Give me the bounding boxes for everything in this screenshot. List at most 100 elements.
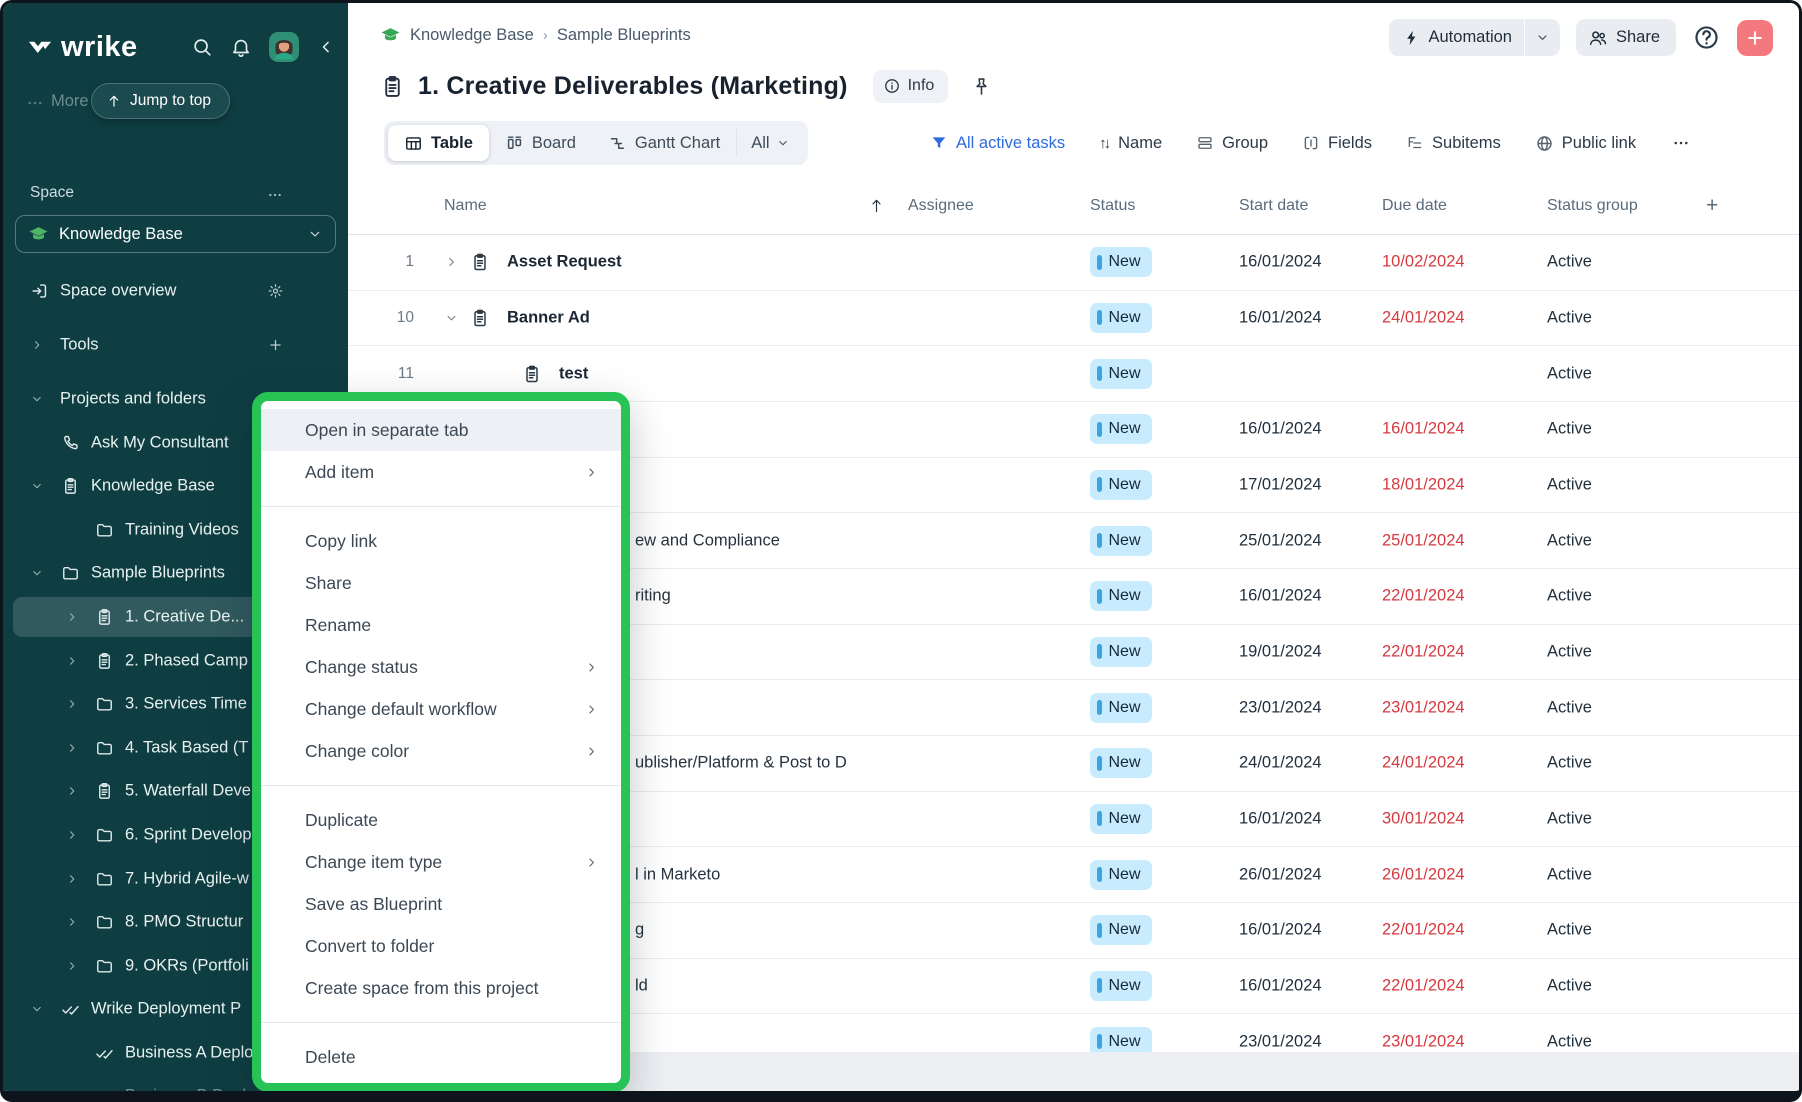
chevron-down-icon[interactable] xyxy=(30,566,44,580)
status-badge[interactable]: New xyxy=(1090,971,1152,1001)
chevron-down-icon[interactable] xyxy=(30,1002,44,1016)
status-badge[interactable]: New xyxy=(1090,526,1152,556)
status-badge[interactable]: New xyxy=(1090,860,1152,890)
status-badge[interactable]: New xyxy=(1090,247,1152,277)
status-badge[interactable]: New xyxy=(1090,637,1152,667)
menu-item-convert-to-folder[interactable]: Convert to folder xyxy=(261,925,621,967)
plus-icon[interactable] xyxy=(267,337,284,354)
status-badge[interactable]: New xyxy=(1090,748,1152,778)
task-name-fragment[interactable]: ublisher/Platform & Post to D xyxy=(635,754,847,773)
subitems-button[interactable]: Subitems xyxy=(1406,134,1501,153)
chevron-right-icon[interactable] xyxy=(65,697,79,711)
start-date[interactable]: 16/01/2024 xyxy=(1239,420,1322,439)
help-icon[interactable] xyxy=(1692,23,1721,52)
jump-to-top-button[interactable]: Jump to top xyxy=(91,83,230,119)
notifications-bell-icon[interactable] xyxy=(230,36,252,58)
due-date[interactable]: 22/01/2024 xyxy=(1382,587,1465,606)
search-icon[interactable] xyxy=(191,36,213,58)
tab-table[interactable]: Table xyxy=(388,125,489,161)
start-date[interactable]: 24/01/2024 xyxy=(1239,754,1322,773)
start-date[interactable]: 16/01/2024 xyxy=(1239,253,1322,272)
menu-item-copy-link[interactable]: Copy link xyxy=(261,520,621,562)
chevron-right-icon[interactable] xyxy=(30,338,44,352)
task-name-fragment[interactable]: riting xyxy=(635,587,671,606)
status-badge[interactable]: New xyxy=(1090,414,1152,444)
menu-item-create-space-from-this-project[interactable]: Create space from this project xyxy=(261,967,621,1009)
chevron-right-icon[interactable] xyxy=(65,872,79,886)
task-name-fragment[interactable]: ew and Compliance xyxy=(635,531,780,550)
status-badge[interactable]: New xyxy=(1090,581,1152,611)
start-date[interactable]: 16/01/2024 xyxy=(1239,976,1322,995)
filter-button[interactable]: All active tasks xyxy=(930,134,1065,153)
menu-item-change-item-type[interactable]: Change item type xyxy=(261,841,621,883)
due-date[interactable]: 22/01/2024 xyxy=(1382,921,1465,940)
tab-board[interactable]: Board xyxy=(489,125,592,161)
start-date[interactable]: 16/01/2024 xyxy=(1239,308,1322,327)
status-badge[interactable]: New xyxy=(1090,693,1152,723)
column-header-due-date[interactable]: Due date xyxy=(1382,197,1447,215)
menu-item-share[interactable]: Share xyxy=(261,562,621,604)
column-header-start-date[interactable]: Start date xyxy=(1239,197,1308,215)
due-date[interactable]: 22/01/2024 xyxy=(1382,642,1465,661)
collapse-sidebar-icon[interactable] xyxy=(316,37,336,57)
share-button[interactable]: Share xyxy=(1576,19,1676,56)
task-name-fragment[interactable]: ld xyxy=(635,976,648,995)
tab-all-dropdown[interactable]: All xyxy=(736,129,803,157)
status-badge[interactable]: New xyxy=(1090,303,1152,333)
due-date[interactable]: 30/01/2024 xyxy=(1382,809,1465,828)
status-badge[interactable]: New xyxy=(1090,1027,1152,1055)
task-name-fragment[interactable]: l in Marketo xyxy=(635,865,720,884)
column-header-status[interactable]: Status xyxy=(1090,197,1135,215)
task-name[interactable]: test xyxy=(559,364,588,383)
start-date[interactable]: 16/01/2024 xyxy=(1239,921,1322,940)
due-date[interactable]: 18/01/2024 xyxy=(1382,475,1465,494)
chevron-right-icon[interactable] xyxy=(65,654,79,668)
sidebar-item-tools[interactable]: Tools xyxy=(3,324,348,368)
start-date[interactable]: 19/01/2024 xyxy=(1239,642,1322,661)
breadcrumb-sample-blueprints[interactable]: Sample Blueprints xyxy=(557,26,691,45)
due-date[interactable]: 25/01/2024 xyxy=(1382,531,1465,550)
more-dots-icon[interactable] xyxy=(25,94,45,112)
sort-ascending-icon[interactable] xyxy=(868,197,885,214)
gear-icon[interactable] xyxy=(267,282,284,299)
menu-item-rename[interactable]: Rename xyxy=(261,604,621,646)
add-new-button[interactable] xyxy=(1737,20,1773,56)
table-row[interactable]: 1Asset RequestNew16/01/202410/02/2024Act… xyxy=(348,235,1799,291)
space-more-icon[interactable] xyxy=(265,187,285,203)
toolbar-more-icon[interactable] xyxy=(1670,134,1692,152)
space-selector[interactable]: Knowledge Base xyxy=(15,215,336,253)
sidebar-item-space-overview[interactable]: Space overview xyxy=(3,269,348,313)
menu-item-change-status[interactable]: Change status xyxy=(261,646,621,688)
start-date[interactable]: 16/01/2024 xyxy=(1239,809,1322,828)
menu-item-duplicate[interactable]: Duplicate xyxy=(261,799,621,841)
due-date[interactable]: 23/01/2024 xyxy=(1382,1032,1465,1051)
wrike-logo[interactable]: wrike xyxy=(25,31,138,64)
due-date[interactable]: 10/02/2024 xyxy=(1382,253,1465,272)
start-date[interactable]: 23/01/2024 xyxy=(1239,1032,1322,1051)
add-column-button[interactable]: + xyxy=(1706,194,1718,218)
start-date[interactable]: 25/01/2024 xyxy=(1239,531,1322,550)
menu-item-save-as-blueprint[interactable]: Save as Blueprint xyxy=(261,883,621,925)
automation-dropdown-chevron[interactable] xyxy=(1525,30,1560,45)
table-row[interactable]: 10Banner AdNew16/01/202424/01/2024Active xyxy=(348,291,1799,347)
breadcrumb-knowledge-base[interactable]: Knowledge Base xyxy=(410,26,534,45)
expand-down-icon[interactable] xyxy=(444,310,459,325)
chevron-right-icon[interactable] xyxy=(65,610,79,624)
start-date[interactable]: 26/01/2024 xyxy=(1239,865,1322,884)
fields-button[interactable]: Fields xyxy=(1302,134,1372,153)
automation-button[interactable]: Automation xyxy=(1389,19,1560,56)
status-badge[interactable]: New xyxy=(1090,470,1152,500)
sort-button[interactable]: ↑↓ Name xyxy=(1099,134,1162,153)
due-date[interactable]: 22/01/2024 xyxy=(1382,976,1465,995)
column-header-status-group[interactable]: Status group xyxy=(1547,197,1638,215)
expand-right-icon[interactable] xyxy=(444,255,459,270)
due-date[interactable]: 26/01/2024 xyxy=(1382,865,1465,884)
column-header-name[interactable]: Name xyxy=(444,197,487,215)
chevron-right-icon[interactable] xyxy=(65,915,79,929)
menu-item-delete[interactable]: Delete xyxy=(261,1036,621,1078)
due-date[interactable]: 23/01/2024 xyxy=(1382,698,1465,717)
due-date[interactable]: 24/01/2024 xyxy=(1382,754,1465,773)
menu-item-open-in-separate-tab[interactable]: Open in separate tab xyxy=(261,409,621,451)
due-date[interactable]: 16/01/2024 xyxy=(1382,420,1465,439)
task-name[interactable]: Asset Request xyxy=(507,253,622,272)
